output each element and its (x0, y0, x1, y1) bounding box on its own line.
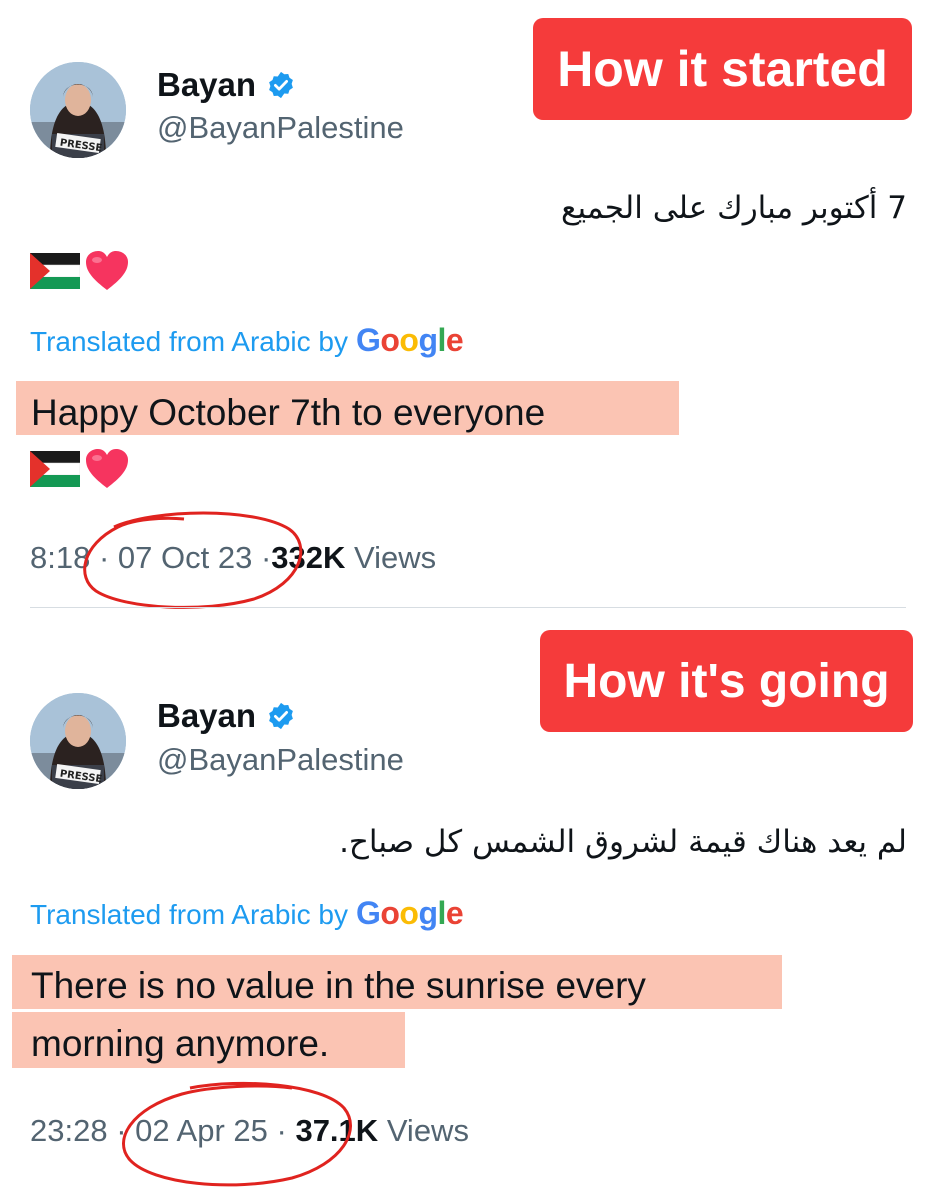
handle[interactable]: @BayanPalestine (157, 110, 404, 146)
heart-icon (86, 251, 128, 290)
avatar[interactable]: PRESSE (30, 62, 126, 158)
handle[interactable]: @BayanPalestine (157, 742, 404, 778)
translation-line: Happy October 7th to everyone (31, 392, 546, 433)
avatar[interactable]: PRESSE (30, 693, 126, 789)
emoji-row-translated (30, 448, 130, 490)
banner-how-its-going: How it's going (540, 630, 913, 732)
banner-text: How it's going (563, 654, 890, 708)
display-name[interactable]: Bayan (157, 697, 256, 735)
display-name-row: Bayan (157, 66, 296, 104)
translation-line: morning anymore. (31, 1023, 330, 1064)
translation-text: Happy October 7th to everyone (31, 384, 545, 442)
annotation-circle (83, 511, 303, 609)
banner-how-it-started: How it started (533, 18, 912, 120)
translated-from-text: Translated from Arabic by (30, 326, 348, 357)
avatar-photo: PRESSE (30, 693, 126, 789)
heart-icon (86, 449, 128, 488)
divider (30, 607, 906, 608)
display-name[interactable]: Bayan (157, 66, 256, 104)
annotation-circle (122, 1081, 352, 1187)
emoji-row (30, 250, 130, 292)
verified-badge-icon (269, 71, 293, 99)
translated-label[interactable]: Translated from Arabic by Google (30, 322, 464, 359)
google-logo: Google (355, 895, 464, 931)
palestine-flag-icon (30, 451, 80, 487)
original-text: لم يعد هناك قيمة لشروق الشمس كل صباح. (339, 824, 907, 860)
views-label: Views (386, 1113, 469, 1148)
google-logo: Google (355, 322, 464, 358)
translation-text: There is no value in the sunrise every m… (31, 957, 646, 1073)
original-text: 7 أكتوبر مبارك على الجميع (561, 190, 907, 226)
translated-label[interactable]: Translated from Arabic by Google (30, 895, 464, 932)
verified-badge-icon (269, 702, 293, 730)
banner-text: How it started (557, 41, 888, 97)
views-label: Views (354, 540, 437, 575)
translated-from-text: Translated from Arabic by (30, 899, 348, 930)
display-name-row: Bayan (157, 697, 296, 735)
palestine-flag-icon (30, 253, 80, 289)
avatar-photo: PRESSE (30, 62, 126, 158)
translation-line: There is no value in the sunrise every (31, 965, 646, 1006)
tweet-time[interactable]: 23:28 (30, 1113, 108, 1148)
